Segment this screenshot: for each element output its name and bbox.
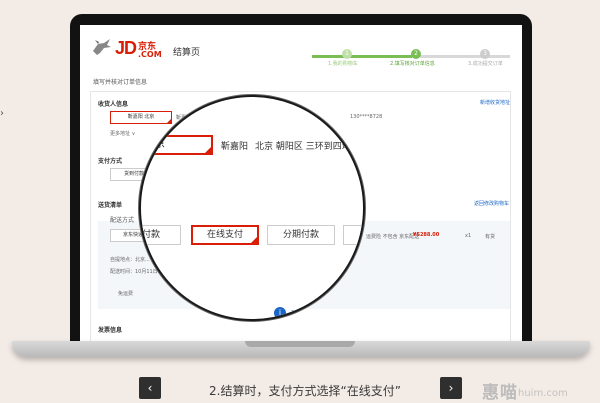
laptop-notch: [245, 341, 355, 347]
receiver-phone: 130****8728: [350, 114, 383, 120]
back-to-cart-link[interactable]: 返回修改购物车: [474, 200, 509, 207]
step-line-todo: [420, 55, 510, 58]
magnified-more-text: 对: [291, 310, 301, 321]
step-3-dot: 3: [480, 49, 490, 59]
slide-caption: 2.结算时，支付方式选择“在线支付”: [209, 384, 401, 398]
step-line-done: [312, 55, 412, 58]
step-2-dot: 2: [411, 49, 421, 59]
magnified-check-icon: [204, 146, 212, 154]
payment-title: 支付方式: [98, 158, 123, 165]
magnified-pay-option-1[interactable]: 付款: [141, 225, 181, 245]
watermark-brand: 惠喵: [482, 383, 518, 403]
magnified-city-box: 北京: [141, 135, 213, 155]
info-icon: i: [274, 307, 286, 319]
magnified-address: 北京 朝阳区 三环到四环: [255, 142, 351, 152]
magnified-online-check-icon: [250, 236, 258, 244]
receiver-selected[interactable]: 靳嘉阳 北京: [110, 111, 172, 124]
item-quantity: x1: [465, 233, 472, 239]
step-2-label: 2.填写核对订单信息: [390, 61, 435, 67]
page-title: 结算页: [173, 48, 201, 58]
magnified-online-pay-option[interactable]: 在线支付: [191, 225, 259, 245]
magnified-installment-option[interactable]: 分期付款: [267, 225, 335, 245]
item-stock: 有货: [485, 234, 496, 240]
jd-logo-com: .COM: [138, 50, 162, 59]
jd-logo: JD: [115, 38, 137, 58]
delivery-method-label: 配送方式: [110, 217, 135, 224]
receiver-title: 收货人信息: [98, 101, 129, 108]
side-marker-icon: ›: [0, 108, 4, 119]
delivery-title: 送货清单: [98, 202, 123, 209]
more-addresses-link[interactable]: 更多地址 ∨: [110, 130, 135, 137]
item-price: ¥5288.00: [413, 232, 440, 238]
next-slide-button[interactable]: ›: [440, 377, 462, 399]
order-subtitle: 填写并核对订单信息: [93, 79, 148, 86]
jd-dog-logo-icon: [93, 39, 111, 55]
free-shipping: 免运费: [118, 291, 134, 297]
step-1-label: 1.我的购物车: [328, 61, 358, 67]
magnified-name: 靳嘉阳: [221, 142, 249, 152]
magnified-online-pay-label: 在线支付: [206, 230, 243, 240]
step-1-dot: 1: [342, 49, 352, 59]
delivery-time: 配送时间：10月11日...: [110, 269, 163, 275]
item-description: 运费险 不包含 京东配送: [366, 234, 420, 240]
invoice-title: 发票信息: [98, 327, 123, 334]
pickup-info: 自提地点：北京...: [110, 257, 150, 263]
magnified-pay-option-4[interactable]: [343, 225, 363, 245]
magnifier-lens: 北京 靳嘉阳 北京 朝阳区 三环到四环 付款 在线支付 分期付款 i 对: [139, 95, 365, 321]
step-3-label: 3.成功提交订单: [468, 61, 503, 67]
selected-check-icon: [166, 118, 172, 124]
prev-slide-button[interactable]: ‹: [139, 377, 161, 399]
add-address-link[interactable]: 新增收货地址: [480, 99, 510, 106]
receiver-selected-label: 靳嘉阳 北京: [127, 114, 155, 120]
watermark-url: huim.com: [518, 388, 568, 399]
magnified-city: 北京: [145, 139, 165, 150]
